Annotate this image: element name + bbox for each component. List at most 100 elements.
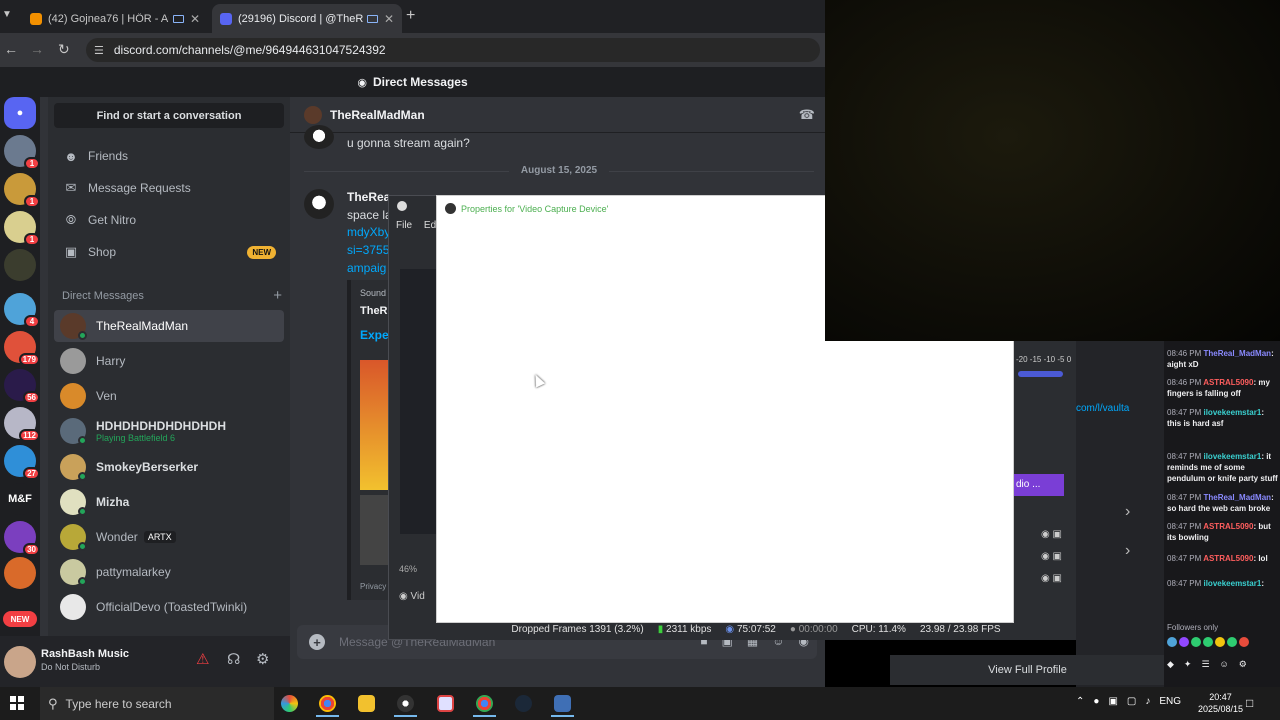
server-icon[interactable]: 179	[4, 331, 40, 366]
server-icon[interactable]: 4	[4, 293, 40, 328]
chevron-right-icon[interactable]: ›	[1125, 542, 1130, 560]
snipping-tool-icon[interactable]	[437, 695, 454, 712]
site-info-icon[interactable]: ☰	[94, 44, 104, 57]
dm-item-harry[interactable]: Harry	[54, 345, 284, 377]
embed-link[interactable]: Expe	[360, 328, 389, 342]
dm-item-officialdevo[interactable]: OfficialDevo (ToastedTwinki)	[54, 591, 284, 623]
close-tab-icon[interactable]: ✕	[190, 12, 200, 26]
chat-message: 08:46 PM ASTRAL5090: my fingers is falli…	[1167, 378, 1270, 398]
nav-message-requests[interactable]: ✉ Message Requests	[54, 174, 284, 202]
server-icon[interactable]	[4, 249, 36, 281]
server-icon[interactable]: 30	[4, 521, 40, 556]
create-dm-plus-icon[interactable]: +	[273, 288, 282, 303]
language-indicator[interactable]: ENG	[1159, 696, 1181, 707]
bits-icon[interactable]: ◆	[1167, 659, 1174, 670]
file-explorer-icon[interactable]	[358, 695, 375, 712]
view-full-profile-button[interactable]: View Full Profile	[890, 655, 1165, 685]
headphones-icon[interactable]: ☊	[227, 650, 240, 668]
chevron-right-icon[interactable]: ›	[1125, 503, 1130, 521]
audio-source[interactable]: dio ...	[1014, 474, 1064, 496]
dm-item-mizha[interactable]: Mizha	[54, 486, 284, 518]
volume-slider[interactable]	[1018, 371, 1063, 377]
embed-footer: Privacy	[360, 582, 387, 591]
obs-logo-icon	[445, 203, 456, 214]
menu-file[interactable]: File	[396, 220, 412, 231]
new-tab-plus-icon[interactable]: +	[406, 7, 415, 25]
twitch-favicon-icon	[30, 12, 42, 25]
taskbar-clock[interactable]: 20:47 2025/08/15	[1198, 691, 1243, 715]
server-icon[interactable]	[4, 557, 36, 589]
user-avatar[interactable]	[4, 646, 36, 678]
server-sidebar: ● 1 1 1 4 179 56 112 27 M&F 30 NEW	[0, 97, 40, 687]
notifications-icon[interactable]: □	[1246, 696, 1253, 710]
dm-item-smokeyberserker[interactable]: SmokeyBerserker	[54, 451, 284, 483]
online-status-icon	[78, 331, 87, 340]
network-icon[interactable]: ▣	[1108, 696, 1117, 707]
server-icon[interactable]: 112	[4, 407, 40, 442]
back-arrow-icon[interactable]: ←	[4, 41, 18, 57]
server-icon[interactable]: 27	[4, 445, 40, 480]
nav-get-nitro[interactable]: ⦾ Get Nitro	[54, 206, 284, 234]
steam-icon[interactable]	[515, 695, 532, 712]
profile-link[interactable]: com/l/vaulta	[1076, 403, 1129, 414]
star-icon[interactable]: ✦	[1184, 659, 1192, 670]
browser-tab-discord[interactable]: (29196) Discord | @TheRea ✕	[212, 4, 402, 33]
dm-item-therealmadman[interactable]: TheRealMadMan	[54, 310, 284, 342]
dropped-frames: Dropped Frames 1391 (3.2%)	[511, 623, 644, 635]
settings-icon[interactable]: ⚙	[1239, 659, 1247, 670]
gear-icon[interactable]: ⚙	[256, 650, 269, 668]
mic-muted-icon[interactable]: ⚠	[196, 650, 209, 668]
chevron-up-icon[interactable]: ⌃	[1076, 696, 1084, 707]
find-conversation-button[interactable]: Find or start a conversation	[54, 103, 284, 128]
emote-icon[interactable]: ☺	[1220, 659, 1229, 670]
message-author[interactable]: TheRea	[347, 190, 390, 204]
discord-home-icon[interactable]: ●	[4, 97, 36, 129]
close-tab-icon[interactable]: ✕	[384, 12, 394, 26]
taskbar-search[interactable]: ⚲ Type here to search	[40, 687, 274, 720]
windows-start-icon[interactable]	[10, 696, 24, 710]
message-link[interactable]: si=3755	[347, 243, 389, 257]
reload-icon[interactable]: ↻	[58, 41, 70, 58]
lock-icon[interactable]: ◉ ▣	[1014, 551, 1066, 573]
display-icon[interactable]: ▢	[1127, 696, 1136, 707]
profile-panel	[1076, 341, 1164, 687]
nav-shop[interactable]: ▣ Shop NEW	[54, 238, 284, 266]
nav-friends[interactable]: ☻ Friends	[54, 142, 284, 170]
microphone-icon[interactable]: ●	[1093, 696, 1099, 707]
nav-label: Message Requests	[88, 181, 191, 195]
browser-tab-twitch[interactable]: (42) Gojnea76 | HÖR - Aug ✕	[22, 4, 208, 33]
voice-call-icon[interactable]: ☎	[799, 107, 815, 123]
message-link[interactable]: mdyXby	[347, 225, 390, 239]
bitrate: 2311 kbps	[666, 623, 712, 635]
online-status-icon	[78, 542, 87, 551]
forward-arrow-icon[interactable]: →	[30, 41, 44, 57]
volume-icon[interactable]: ♪	[1145, 696, 1150, 707]
dm-item-wonder[interactable]: Wonder ARTX	[54, 521, 284, 553]
dm-item-ven[interactable]: Ven	[54, 380, 284, 412]
obs-source-item[interactable]: ◉ Vid	[399, 591, 425, 602]
user-panel: RashBash Music Do Not Disturb ⚠ ☊ ⚙	[0, 636, 290, 687]
dm-name: TheRealMadMan	[96, 319, 189, 333]
message-text: u gonna stream again?	[347, 136, 470, 150]
tab-search-chevron-icon[interactable]: ▼	[2, 9, 12, 20]
chrome-profile-icon[interactable]	[473, 695, 496, 717]
app-icon[interactable]	[551, 695, 574, 717]
server-icon[interactable]: M&F	[4, 483, 36, 515]
dm-item-pattymalarkey[interactable]: pattymalarkey	[54, 556, 284, 588]
obs-icon[interactable]	[394, 695, 417, 717]
message-link[interactable]: ampaig	[347, 261, 386, 275]
slash-commands-icon[interactable]: ☰	[1201, 659, 1209, 670]
dm-item-hdhdh[interactable]: HDHDHDHDHDHDHDH Playing Battlefield 6	[54, 415, 284, 447]
chrome-icon[interactable]	[316, 695, 339, 717]
url-field[interactable]: ☰ discord.com/channels/@me/9649446310475…	[86, 38, 820, 62]
upload-plus-icon[interactable]: +	[309, 634, 325, 650]
server-icon[interactable]: 1	[4, 211, 40, 246]
server-icon[interactable]: 1	[4, 135, 40, 170]
visibility-eye-icon[interactable]: ◉ ▣	[1014, 529, 1066, 551]
obs-preview	[400, 269, 437, 534]
photos-app-icon[interactable]	[281, 695, 298, 712]
menu-edit[interactable]: Ed	[424, 220, 436, 231]
visibility-eye-icon[interactable]: ◉ ▣	[1014, 573, 1066, 595]
server-icon[interactable]: 1	[4, 173, 40, 208]
server-icon[interactable]: 56	[4, 369, 40, 404]
